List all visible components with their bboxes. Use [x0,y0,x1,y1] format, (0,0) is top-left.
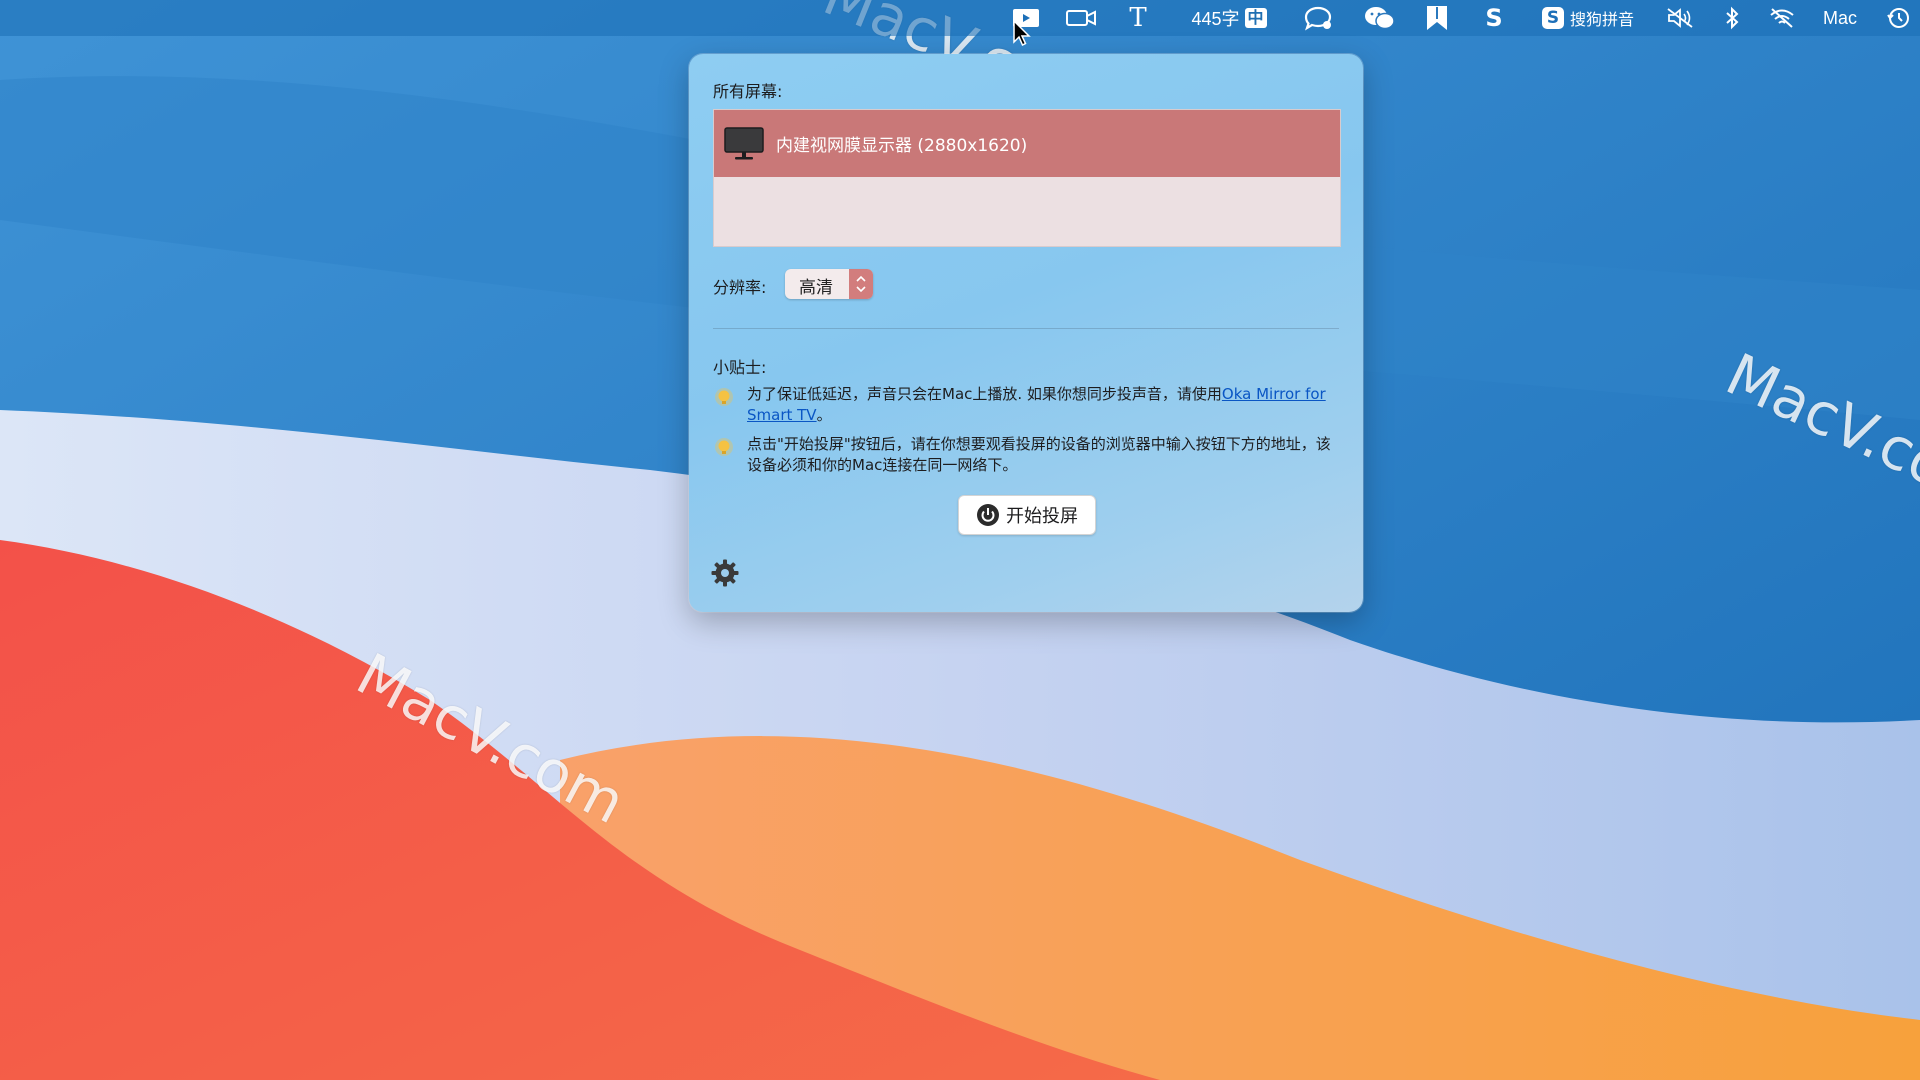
video-camera-icon[interactable] [1062,0,1100,36]
wechat-icon[interactable] [1360,0,1400,36]
screen-list[interactable]: 内建视网膜显示器 (2880x1620) [713,109,1341,247]
lightbulb-icon [715,438,733,456]
screen-name: 内建视网膜显示器 (2880x1620) [776,136,1028,156]
resolution-value: 高清 [799,278,833,298]
screen-row-builtin[interactable]: 内建视网膜显示器 (2880x1620) [714,110,1340,177]
bookmark-icon[interactable] [1420,0,1454,36]
sogou-icon: S [1541,7,1564,29]
resolution-label: 分辨率: [713,278,767,297]
gear-icon[interactable] [710,558,740,588]
mouse-cursor-icon [1013,20,1031,47]
word-count[interactable]: 445字 中 [1186,0,1272,36]
screen-mirror-popover: 所有屏幕: 内建视网膜显示器 (2880x1620) 分辨率: 高清 小贴士: [689,54,1363,612]
s-app-icon[interactable]: S [1478,0,1510,36]
tip-text-start: 点击"开始投屏"按钮后，请在你想要观看投屏的设备的浏览器中输入按钮下方的地址，该… [747,435,1331,474]
user-menu[interactable]: Mac [1814,0,1866,36]
power-icon [977,504,999,526]
time-machine-icon[interactable] [1882,0,1914,36]
menu-bar: T 445字 中 S S 搜狗拼音 Mac [0,0,1920,36]
tip-item-start: 点击"开始投屏"按钮后，请在你想要观看投屏的设备的浏览器中输入按钮下方的地址，该… [713,434,1339,478]
bluetooth-icon[interactable] [1718,0,1746,36]
ime-indicator: 中 [1244,8,1267,28]
tip-text-audio: 为了保证低延迟，声音只会在Mac上播放. 如果你想同步投声音，请使用Oka Mi… [747,385,1326,424]
resolution-stepper-icon[interactable] [849,269,873,299]
lightbulb-icon [715,388,733,406]
start-button-label: 开始投屏 [1006,506,1078,527]
separator [713,328,1339,329]
monitor-icon [724,126,764,159]
resolution-select[interactable]: 高清 [785,269,873,299]
sogou-input-menu[interactable]: S 搜狗拼音 [1536,0,1640,36]
tip-item-audio: 为了保证低延迟，声音只会在Mac上播放. 如果你想同步投声音，请使用Oka Mi… [713,384,1339,428]
desktop: MacV.com MacV.com MacV.com T 445字 中 S S [0,0,1920,1080]
tips-label: 小贴士: [713,358,767,377]
wifi-off-icon[interactable] [1766,0,1798,36]
text-icon[interactable]: T [1120,0,1156,36]
start-mirroring-button[interactable]: 开始投屏 [958,495,1096,535]
screens-label: 所有屏幕: [713,82,783,101]
chat-bubble-icon[interactable] [1300,0,1336,36]
mute-icon[interactable] [1664,0,1696,36]
